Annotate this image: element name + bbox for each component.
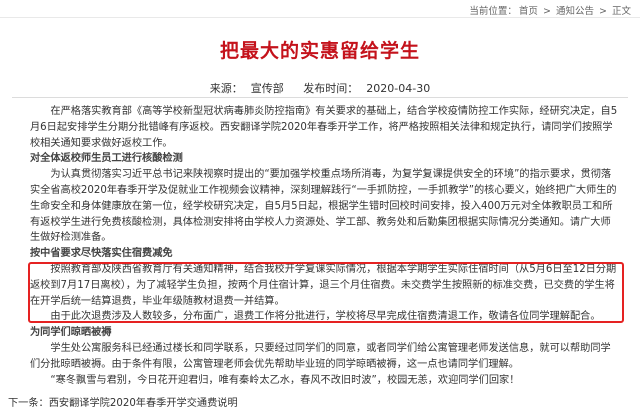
date-value: 2020-04-30 (366, 82, 431, 95)
section-heading-testing: 对全体返校师生员工进行核酸检测 (30, 153, 183, 165)
article-body: 在严格落实教育部《高等学校新型冠状病毒肺炎防控指南》有关要求的基础上，结合学校疫… (30, 104, 620, 388)
source-value: 宣传部 (250, 82, 284, 95)
breadcrumb-item-notices[interactable]: 通知公告 (556, 6, 594, 17)
paragraph-intro: 在严格落实教育部《高等学校新型冠状病毒肺炎防控指南》有关要求的基础上，结合学校疫… (30, 106, 618, 149)
meta-divider (12, 97, 628, 98)
breadcrumb-separator: > (598, 6, 607, 17)
top-divider (0, 17, 640, 18)
paragraph-bedding: 学生处公寓服务科已经通过楼长和同学联系，只要经过同学们的同意，或者同学们给公寓管… (30, 342, 611, 370)
breadcrumb-item-home[interactable]: 首页 (519, 6, 538, 17)
next-article-link[interactable]: 下一条：西安翻译学院2020年春季开学交通费说明 (8, 394, 238, 409)
breadcrumb-item-current: 正文 (611, 6, 631, 17)
section-heading-bedding: 为同学们晾晒被褥 (30, 327, 112, 339)
paragraph-closing: “寒冬飘雪与君别，今日花开迎君归，唯有秦岭太乙水，春风不改旧时波”，校园无恙，欢… (50, 374, 520, 386)
paragraph-testing: 为认真贯彻落实习近平总书记来陕视察时提出的“要加强学校重点场所消毒，为复学复课提… (30, 169, 617, 244)
article-meta: 来源： 宣传部 发布时间： 2020-04-30 (0, 80, 640, 96)
section-heading-refund: 按中省要求尽快落实住宿费减免 (30, 248, 173, 260)
next-title[interactable]: 西安翻译学院2020年春季开学交通费说明 (49, 398, 238, 409)
article-title: 把最大的实惠留给学生 (219, 40, 420, 62)
breadcrumb: 当前位置： 首页 > 通知公告 > 正文 (468, 3, 632, 17)
breadcrumb-prefix: 当前位置： (469, 6, 517, 17)
breadcrumb-separator: > (542, 6, 551, 17)
highlight-box (28, 262, 624, 323)
next-label: 下一条： (8, 398, 49, 409)
date-label: 发布时间： (303, 82, 359, 95)
source-label: 来源： (209, 82, 243, 95)
